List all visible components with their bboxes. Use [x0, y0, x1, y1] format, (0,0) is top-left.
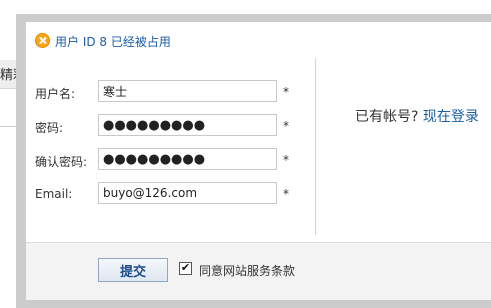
confirm-password-input[interactable] — [98, 148, 277, 170]
email-input[interactable] — [98, 182, 277, 204]
have-account-text: 已有帐号? — [355, 109, 419, 125]
error-message: 用户 ID 8 已经被占用 — [55, 35, 171, 49]
username-input[interactable] — [98, 80, 277, 102]
login-now-link[interactable]: 现在登录 — [423, 109, 479, 125]
dialog-footer: 提交 ✔ 同意网站服务条款 — [26, 242, 491, 300]
register-dialog: 用户 ID 8 已经被占用 用户名: * 密码: * 确认密码: * Email… — [26, 22, 491, 300]
login-prompt: 已有帐号? 现在登录 — [355, 106, 479, 126]
vertical-divider — [315, 58, 316, 235]
username-required-mark: * — [283, 85, 289, 99]
agree-terms-checkbox[interactable]: ✔ — [179, 262, 192, 275]
email-required-mark: * — [283, 187, 289, 201]
password-input[interactable] — [98, 114, 277, 136]
password-label: 密码: — [35, 121, 64, 135]
agree-terms-label[interactable]: 同意网站服务条款 — [199, 262, 295, 279]
username-label: 用户名: — [35, 87, 76, 101]
email-label: Email: — [35, 187, 73, 201]
confirm-password-label: 确认密码: — [35, 155, 88, 169]
password-required-mark: * — [283, 119, 289, 133]
error-bar: 用户 ID 8 已经被占用 — [26, 22, 491, 58]
error-icon — [35, 33, 50, 48]
submit-button[interactable]: 提交 — [98, 258, 168, 282]
confirm-password-required-mark: * — [283, 153, 289, 167]
